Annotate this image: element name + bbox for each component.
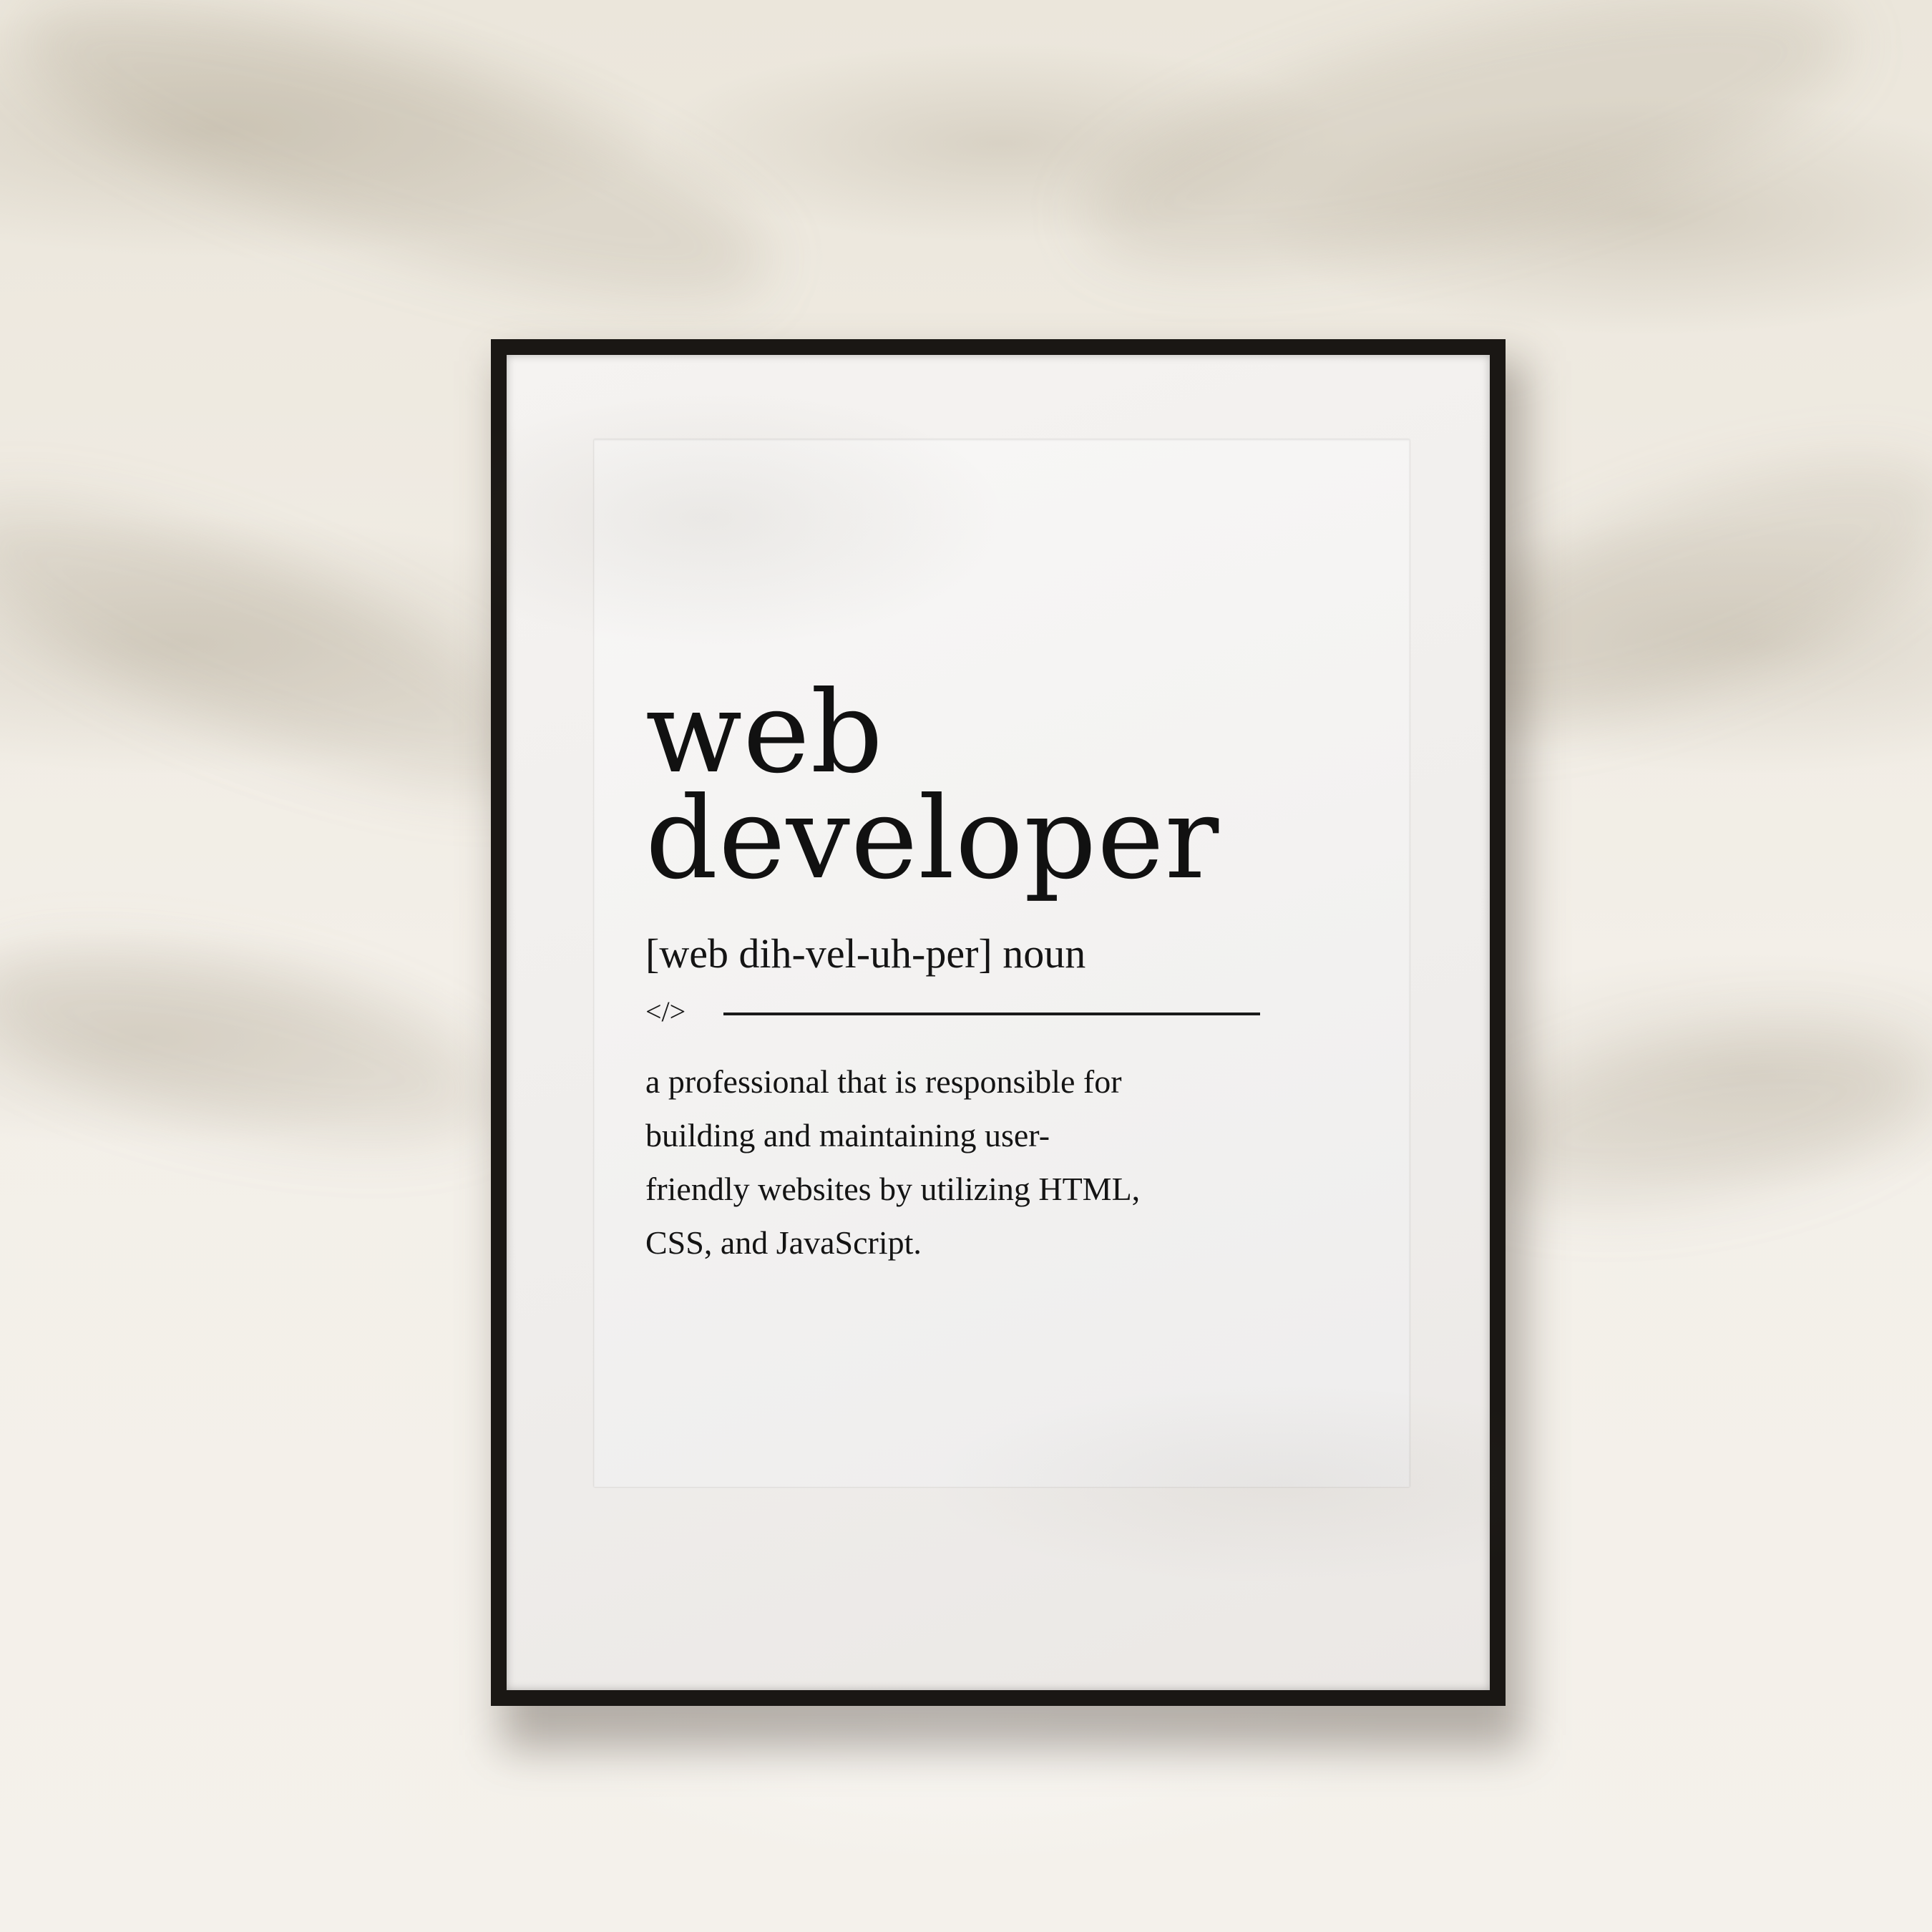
definition-line: friendly websites by utilizing HTML, bbox=[645, 1171, 1141, 1207]
code-icon: </> bbox=[645, 995, 686, 1028]
poster-title-line2: developer bbox=[645, 773, 1220, 904]
divider-line bbox=[723, 1013, 1260, 1015]
definition-line: CSS, and JavaScript. bbox=[645, 1224, 922, 1261]
definition-line: building and maintaining user- bbox=[645, 1117, 1050, 1153]
frame-mat: web developer [web dih-vel-uh-per] noun … bbox=[507, 355, 1490, 1690]
definition-print: web developer [web dih-vel-uh-per] noun … bbox=[594, 439, 1410, 1487]
pronunciation: [web dih-vel-uh-per] noun bbox=[645, 930, 1086, 977]
definition-line: a professional that is responsible for bbox=[645, 1063, 1122, 1100]
definition-text: a professional that is responsible for b… bbox=[645, 1055, 1289, 1269]
picture-frame: web developer [web dih-vel-uh-per] noun … bbox=[491, 339, 1506, 1706]
